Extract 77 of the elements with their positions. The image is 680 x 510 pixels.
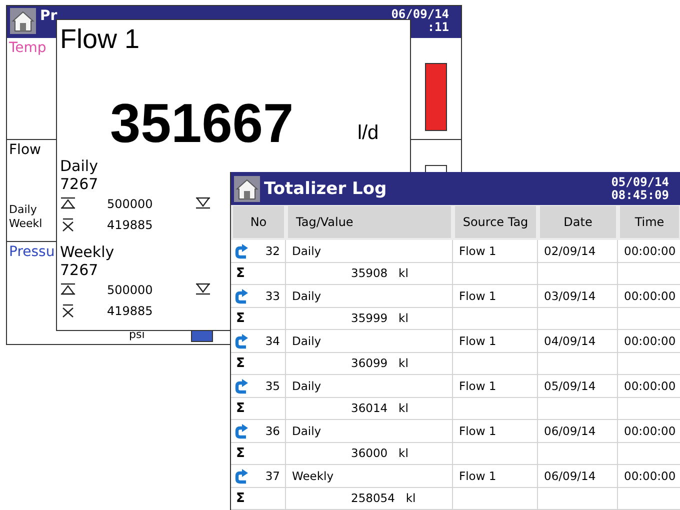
table-cell: 00:00:00 [618,465,680,486]
date-time: 06/09/14 :11 [391,8,450,34]
table-cell: 02/09/14 [538,240,618,262]
section-label: Temp [9,40,46,56]
table-cell: Flow 1 [453,285,538,306]
entry-number: 37 [265,468,280,483]
table-cell: Daily [286,375,453,396]
entry-number: 34 [265,334,280,348]
return-arrow-icon [234,242,249,259]
table-cell: 05/09/14 [538,375,618,396]
entry-number: 33 [265,288,280,303]
table-cell: Daily [286,420,453,442]
total-value: 35999 kl [286,308,453,329]
return-arrow-icon [234,378,249,394]
avg-icon [60,304,76,318]
return-arrow-icon [234,422,249,439]
section-line: Weekl [9,217,42,231]
section-label: Pressu [9,244,55,260]
min-icon [195,196,211,210]
home-icon[interactable] [10,8,36,34]
home-icon[interactable] [234,176,260,202]
min-icon [195,282,211,296]
column-header[interactable]: Date [538,205,618,240]
table-cell: Flow 1 [453,330,538,352]
total-value: 36099 kl [286,352,453,374]
entry-number: 36 [265,424,280,438]
level-bar [424,63,446,131]
table-cell: 06/09/14 [538,465,618,486]
max-icon [60,282,76,296]
total-value: 36014 kl [286,398,453,419]
avg-icon [60,218,76,232]
total-value: 7267 [60,261,98,279]
total-name: Weekly [60,243,114,261]
table-cell: Daily [286,240,453,262]
date-time: 05/09/14 08:45:09 [611,176,670,202]
total-name: Daily [60,157,98,175]
table-cell: Flow 1 [453,375,538,396]
return-arrow-icon [234,468,249,484]
table-cell: 04/09/14 [538,330,618,352]
column-header[interactable]: Tag/Value [286,205,453,240]
table-cell: Flow 1 [453,240,538,262]
average-value: 419885 [107,218,154,232]
flow-unit: l/d [358,122,379,146]
table-cell: 00:00:00 [618,285,680,306]
unit-label: psi [129,328,145,342]
table-cell: Flow 1 [453,465,538,486]
average-value: 419885 [107,304,154,318]
popup-title: Flow 1 [60,24,140,55]
total-value: 258054 kl [286,488,453,509]
table-cell: 03/09/14 [538,285,618,306]
table-cell: Flow 1 [453,420,538,442]
return-arrow-icon [234,332,249,349]
window-title: Totalizer Log [264,178,388,198]
max-value: 500000 [107,196,154,210]
total-value: 36000 kl [286,442,453,464]
max-icon [60,196,76,210]
table-cell: 00:00:00 [618,420,680,442]
total-value: 35908 kl [286,262,453,284]
screen-title: Pr [40,8,58,24]
table-cell: 00:00:00 [618,330,680,352]
max-value: 500000 [107,282,154,296]
table-cell: 00:00:00 [618,240,680,262]
section-label: Flow [9,142,41,158]
table-cell: Daily [286,285,453,306]
column-header[interactable]: Time [618,205,680,240]
total-value: 7267 [60,175,98,193]
column-header[interactable]: Source Tag [453,205,538,240]
entry-number: 35 [265,378,280,393]
table-cell: 06/09/14 [538,420,618,442]
return-arrow-icon [234,288,249,304]
flow-value: 351667 [110,95,294,151]
table-cell: Weekly [286,465,453,486]
table-cell: 00:00:00 [618,375,680,396]
entry-number: 32 [265,244,280,258]
column-header[interactable]: No [231,205,286,240]
table-cell: Daily [286,330,453,352]
section-line: Daily [9,203,37,217]
